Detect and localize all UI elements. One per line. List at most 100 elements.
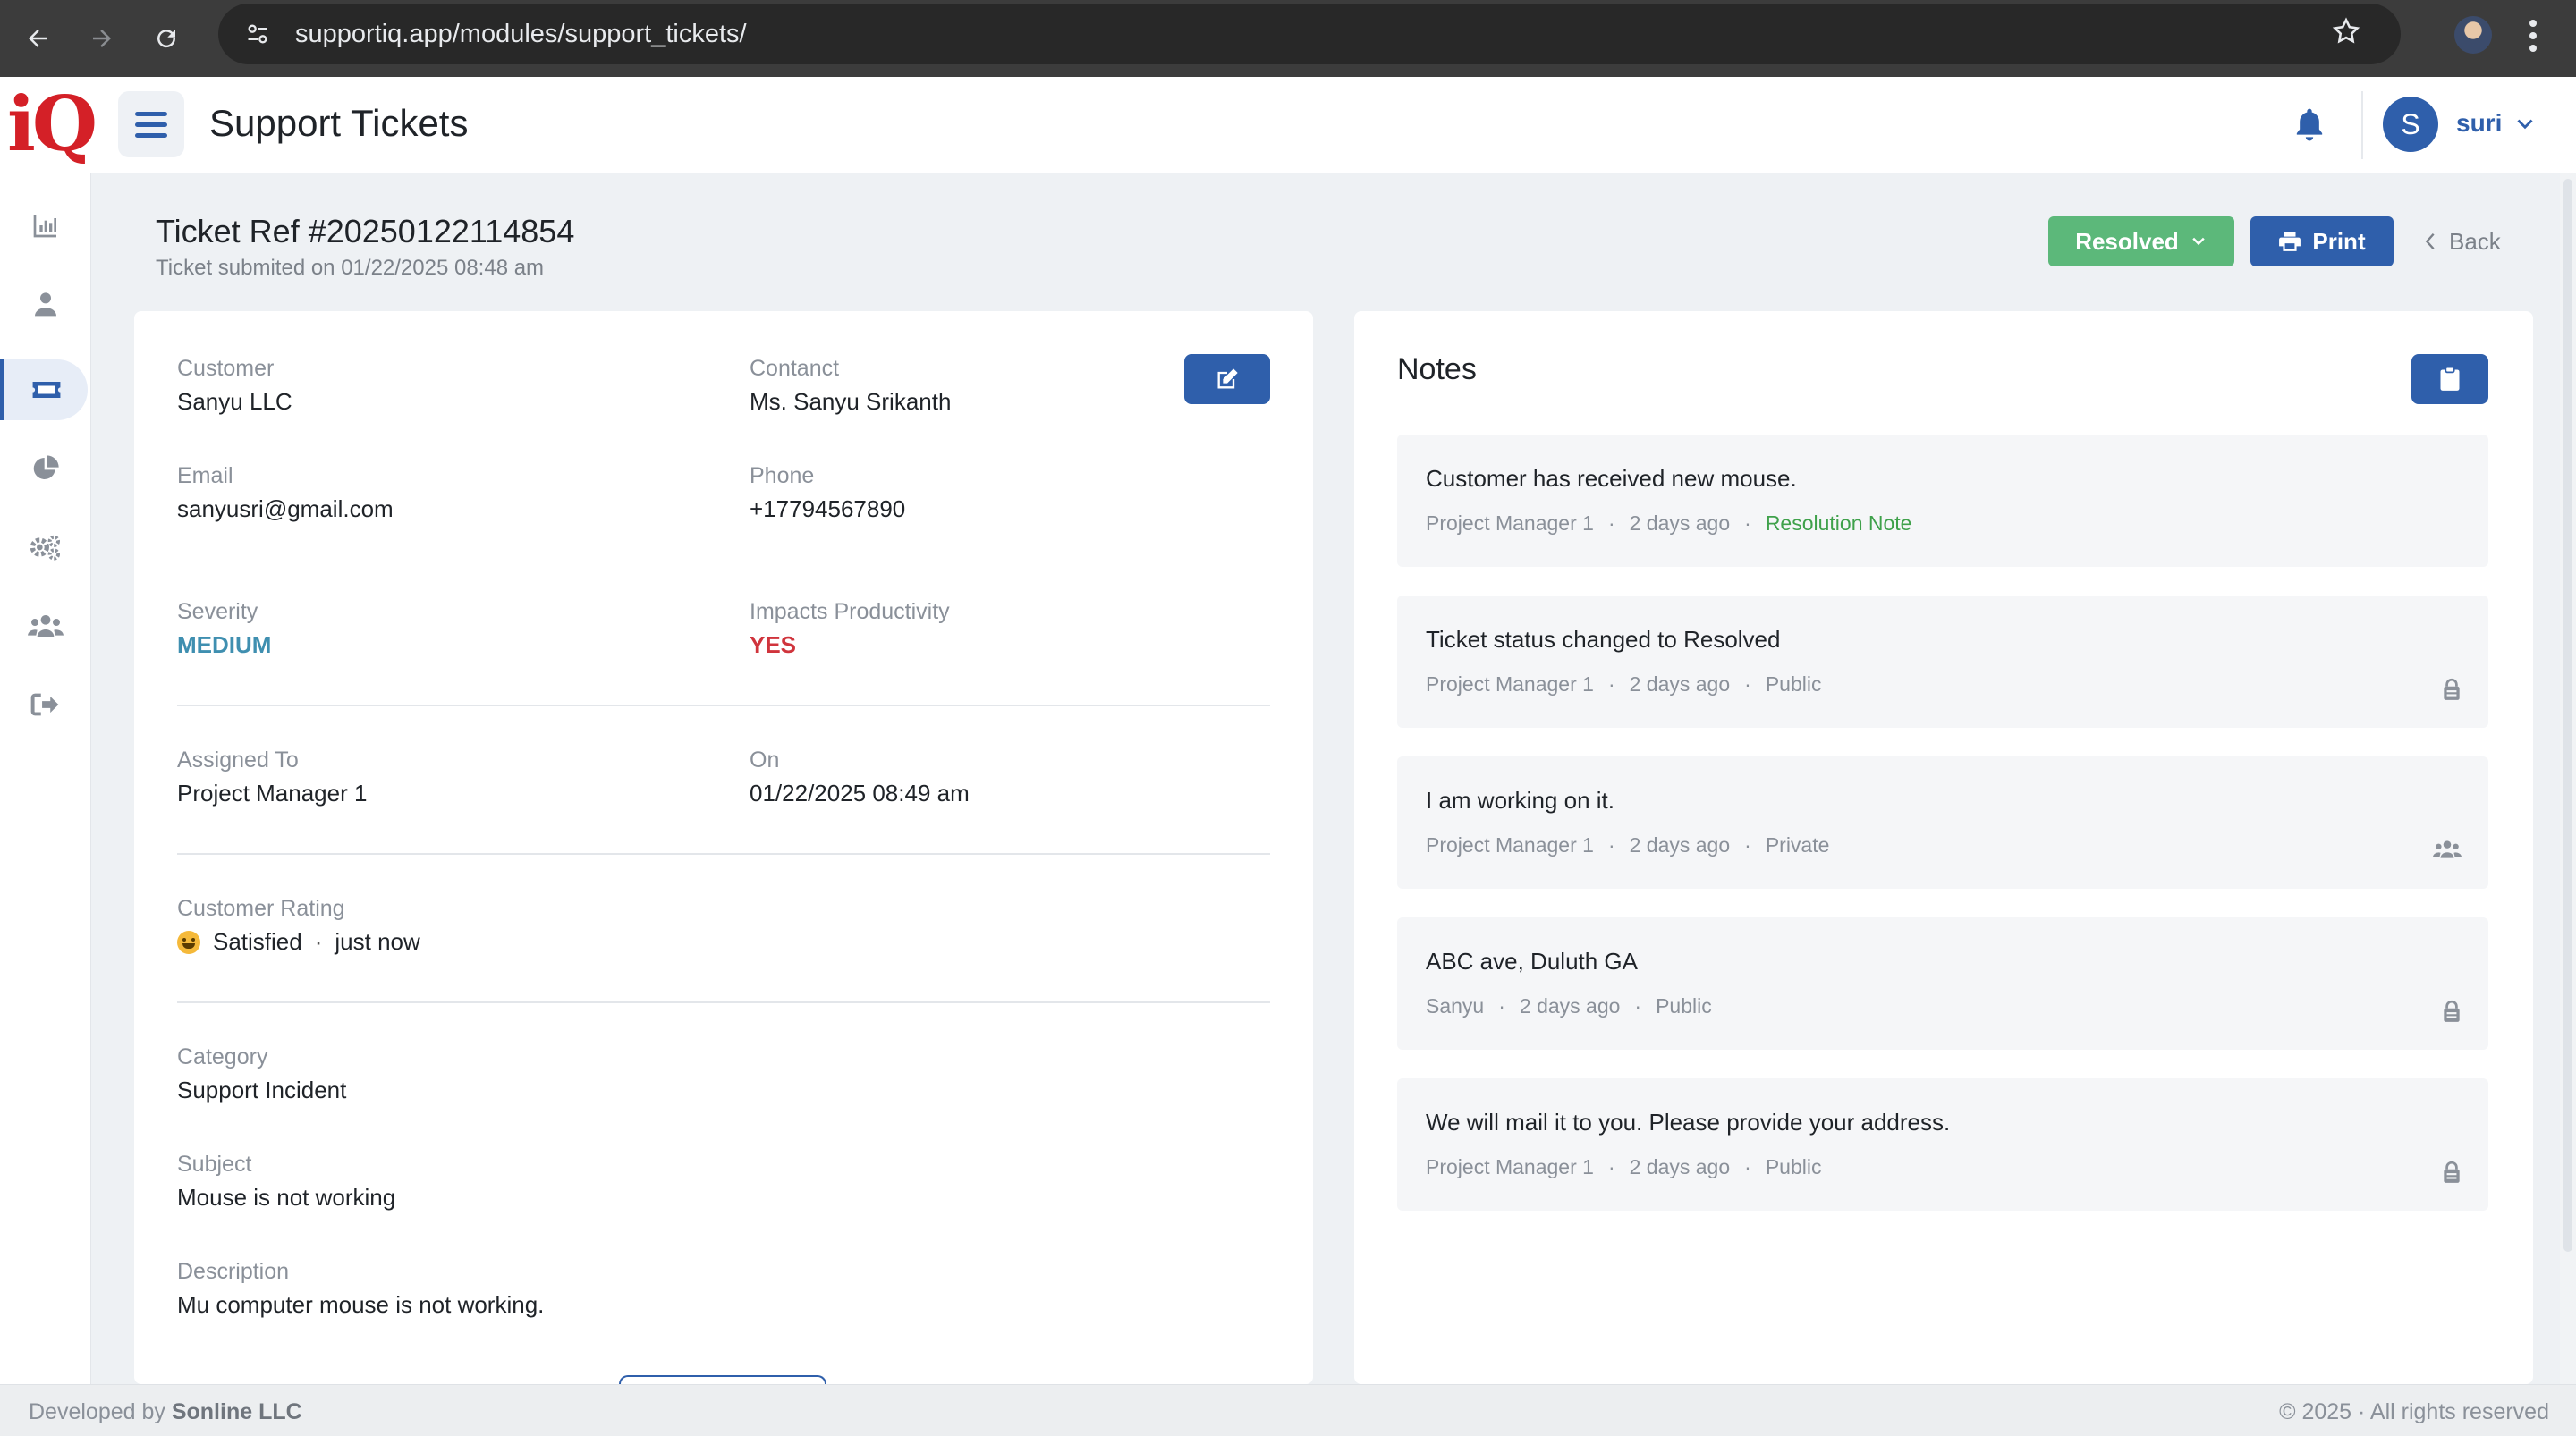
logout-icon <box>30 693 59 716</box>
back-link[interactable]: Back <box>2422 224 2501 259</box>
public-icon <box>2442 1000 2462 1027</box>
assigned-value: Project Manager 1 <box>177 780 368 807</box>
note-text: Ticket status changed to Resolved <box>1426 626 1781 653</box>
subject-label: Subject <box>177 1152 252 1177</box>
phone-label: Phone <box>750 463 815 488</box>
sidebar-item-dashboard[interactable] <box>0 195 91 256</box>
note-text: We will mail it to you. Please provide y… <box>1426 1109 1951 1136</box>
description-value: Mu computer mouse is not working. <box>177 1291 545 1318</box>
footer-developer[interactable]: Sonline LLC <box>172 1399 302 1424</box>
ticket-icon <box>32 382 60 398</box>
pie-chart-icon <box>33 455 59 479</box>
url-text: supportiq.app/modules/support_tickets/ <box>295 19 747 48</box>
browser-profile-avatar[interactable] <box>2454 16 2492 54</box>
note-time: 2 days ago <box>1519 994 1621 1018</box>
note-visibility: Private <box>1765 833 1830 857</box>
note-meta: Project Manager 1 · 2 days ago · Public <box>1426 1155 1821 1179</box>
sidebar-item-reports[interactable] <box>0 438 91 499</box>
note-meta: Project Manager 1 · 2 days ago · Public <box>1426 672 1821 697</box>
browser-toolbar: supportiq.app/modules/support_tickets/ <box>0 0 2576 77</box>
hamburger-menu-button[interactable] <box>118 91 184 157</box>
notes-card: Notes Customer has received new mouse. P… <box>1354 311 2533 1384</box>
note-separator: · <box>1744 672 1751 696</box>
divider <box>177 1001 1270 1003</box>
note-separator: · <box>1744 511 1751 535</box>
users-icon <box>28 615 64 637</box>
printer-icon <box>2279 232 2301 251</box>
note-visibility: Public <box>1765 672 1822 696</box>
footer-developed-prefix: Developed by <box>29 1399 165 1424</box>
status-label: Resolved <box>2075 227 2179 255</box>
note-visibility: Public <box>1765 1155 1822 1178</box>
print-label: Print <box>2312 227 2366 255</box>
note-text: ABC ave, Duluth GA <box>1426 948 1638 975</box>
note-separator: · <box>1607 672 1615 696</box>
site-settings-icon[interactable] <box>231 21 284 46</box>
note-item: Customer has received new mouse. Project… <box>1397 435 2488 567</box>
rating-separator: · <box>314 928 323 955</box>
note-meta: Sanyu · 2 days ago · Public <box>1426 994 1712 1018</box>
print-button[interactable]: Print <box>2250 216 2394 266</box>
footer: Developed by Sonline LLC © 2025 · All ri… <box>0 1384 2576 1436</box>
hamburger-icon-line <box>135 132 167 138</box>
chevron-down-icon <box>2192 237 2205 246</box>
note-item: I am working on it. Project Manager 1 · … <box>1397 756 2488 889</box>
note-time: 2 days ago <box>1629 672 1731 696</box>
ticket-submitted-date: Ticket submited on 01/22/2025 08:48 am <box>156 256 545 280</box>
note-author: Project Manager 1 <box>1426 833 1594 857</box>
customer-value: Sanyu LLC <box>177 388 292 415</box>
assigned-label: Assigned To <box>177 748 299 773</box>
user-name[interactable]: suri <box>2456 109 2502 138</box>
browser-menu-icon[interactable] <box>2528 18 2538 58</box>
sidebar-item-settings[interactable] <box>0 517 91 578</box>
back-arrow-icon[interactable] <box>11 12 64 65</box>
sidebar-item-team[interactable] <box>0 596 91 656</box>
note-meta: Project Manager 1 · 2 days ago · Resolut… <box>1426 511 1911 536</box>
note-author: Project Manager 1 <box>1426 1155 1594 1178</box>
customer-label: Customer <box>177 356 275 381</box>
add-note-button[interactable] <box>2411 354 2488 404</box>
forward-arrow-icon[interactable] <box>75 12 129 65</box>
sidebar-item-tickets[interactable] <box>0 359 88 420</box>
user-avatar[interactable]: S <box>2383 97 2438 152</box>
back-label: Back <box>2449 227 2501 255</box>
contact-label: Contanct <box>750 356 840 381</box>
note-separator: · <box>1607 1155 1615 1178</box>
impacts-value: YES <box>750 631 797 658</box>
hamburger-icon-line <box>135 122 167 127</box>
sidebar-item-logout[interactable] <box>0 674 91 735</box>
edit-ticket-button[interactable] <box>1184 354 1270 404</box>
note-separator: · <box>1607 833 1615 857</box>
sidebar-item-customers[interactable] <box>0 274 91 334</box>
edit-icon <box>1217 368 1238 389</box>
note-text: Customer has received new mouse. <box>1426 465 1797 492</box>
contact-value: Ms. Sanyu Srikanth <box>750 388 952 415</box>
divider <box>177 853 1270 855</box>
app-logo[interactable]: iQ <box>7 84 97 165</box>
note-separator: · <box>1607 511 1615 535</box>
chart-icon <box>33 215 56 238</box>
reload-icon[interactable] <box>140 12 193 65</box>
customer-rating: Satisfied · just now <box>177 928 420 956</box>
ticket-details-card: Customer Sanyu LLC Contanct Ms. Sanyu Sr… <box>134 311 1313 1393</box>
severity-label: Severity <box>177 599 258 624</box>
note-text: I am working on it. <box>1426 787 1614 814</box>
note-separator: · <box>1634 994 1642 1018</box>
hamburger-icon <box>135 111 167 116</box>
address-bar[interactable]: supportiq.app/modules/support_tickets/ <box>218 4 2401 64</box>
rating-label: Customer Rating <box>177 896 345 921</box>
chevron-down-icon[interactable] <box>2513 113 2537 140</box>
notes-title: Notes <box>1397 352 1477 386</box>
scrollbar-thumb[interactable] <box>2563 179 2572 1252</box>
note-time: 2 days ago <box>1629 511 1731 535</box>
note-author: Project Manager 1 <box>1426 672 1594 696</box>
note-item: Ticket status changed to Resolved Projec… <box>1397 596 2488 728</box>
bookmark-star-icon[interactable] <box>2331 16 2361 51</box>
page-title: Support Tickets <box>209 102 469 144</box>
status-dropdown-button[interactable]: Resolved <box>2048 216 2234 266</box>
rating-time: just now <box>335 928 420 955</box>
user-icon <box>35 292 56 317</box>
clipboard-icon <box>2440 367 2460 391</box>
notification-bell-icon[interactable] <box>2292 106 2327 149</box>
public-icon <box>2442 678 2462 705</box>
